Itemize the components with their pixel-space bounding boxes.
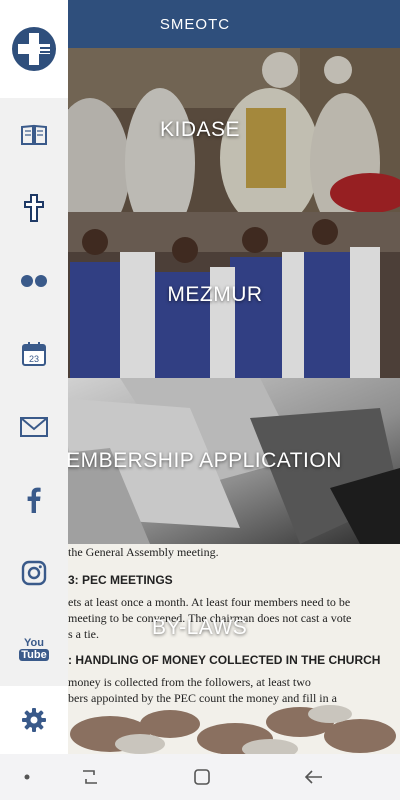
doc-line: ets at least once a month. At least four… (68, 595, 351, 609)
sidebar-item-instagram[interactable] (0, 548, 68, 598)
doc-heading: : HANDLING OF MONEY COLLECTED IN THE CHU… (68, 653, 381, 667)
doc-line: money is collected from the followers, a… (68, 675, 311, 689)
calendar-icon: 23 (22, 342, 46, 366)
doc-heading: 3: PEC MEETINGS (68, 573, 173, 587)
sidebar-item-flickr[interactable] (0, 256, 68, 306)
sidebar-item-home[interactable] (0, 0, 68, 98)
system-nav-bar (0, 754, 400, 800)
calendar-day: 23 (29, 354, 39, 364)
doc-line: the General Assembly meeting. (68, 545, 219, 559)
instagram-icon (21, 560, 47, 586)
youtube-icon-text-bottom: Tube (19, 649, 49, 661)
youtube-icon: You Tube (19, 637, 49, 661)
flickr-icon (21, 275, 47, 287)
back-button[interactable] (284, 754, 344, 800)
logo-icon (12, 27, 56, 71)
nav-dot-button[interactable] (0, 754, 54, 800)
sidebar-item-calendar[interactable]: 23 (0, 329, 68, 379)
home-button[interactable] (172, 754, 232, 800)
back-arrow-icon (304, 770, 322, 784)
recent-apps-icon (83, 770, 97, 784)
recent-apps-button[interactable] (60, 754, 120, 800)
sidebar-item-settings[interactable] (0, 686, 68, 754)
sidebar-item-book[interactable] (0, 110, 68, 160)
dot-icon (24, 774, 30, 780)
tile-label: MEMBERSHIP APPLICATION (48, 449, 342, 472)
app-title: SMEOTC (159, 15, 231, 33)
mail-icon (20, 417, 48, 437)
sidebar: 23 You Tube (0, 0, 68, 754)
doc-line: s a tie. (68, 627, 99, 641)
sidebar-item-cross[interactable] (0, 183, 68, 233)
youtube-icon-text-top: You (24, 637, 44, 649)
facebook-icon (27, 487, 41, 513)
book-icon (21, 124, 47, 145)
doc-line: bers appointed by the PEC count the mone… (68, 691, 337, 705)
sidebar-item-youtube[interactable]: You Tube (0, 624, 68, 674)
tile-label: MEZMUR (167, 283, 263, 306)
cross-icon (24, 194, 44, 222)
home-square-icon (194, 769, 210, 785)
gear-icon (22, 708, 46, 732)
sidebar-item-facebook[interactable] (0, 475, 68, 525)
tile-label: BY-LAWS (152, 616, 248, 639)
sidebar-item-mail[interactable] (0, 402, 68, 452)
tile-label: KIDASE (159, 118, 241, 141)
